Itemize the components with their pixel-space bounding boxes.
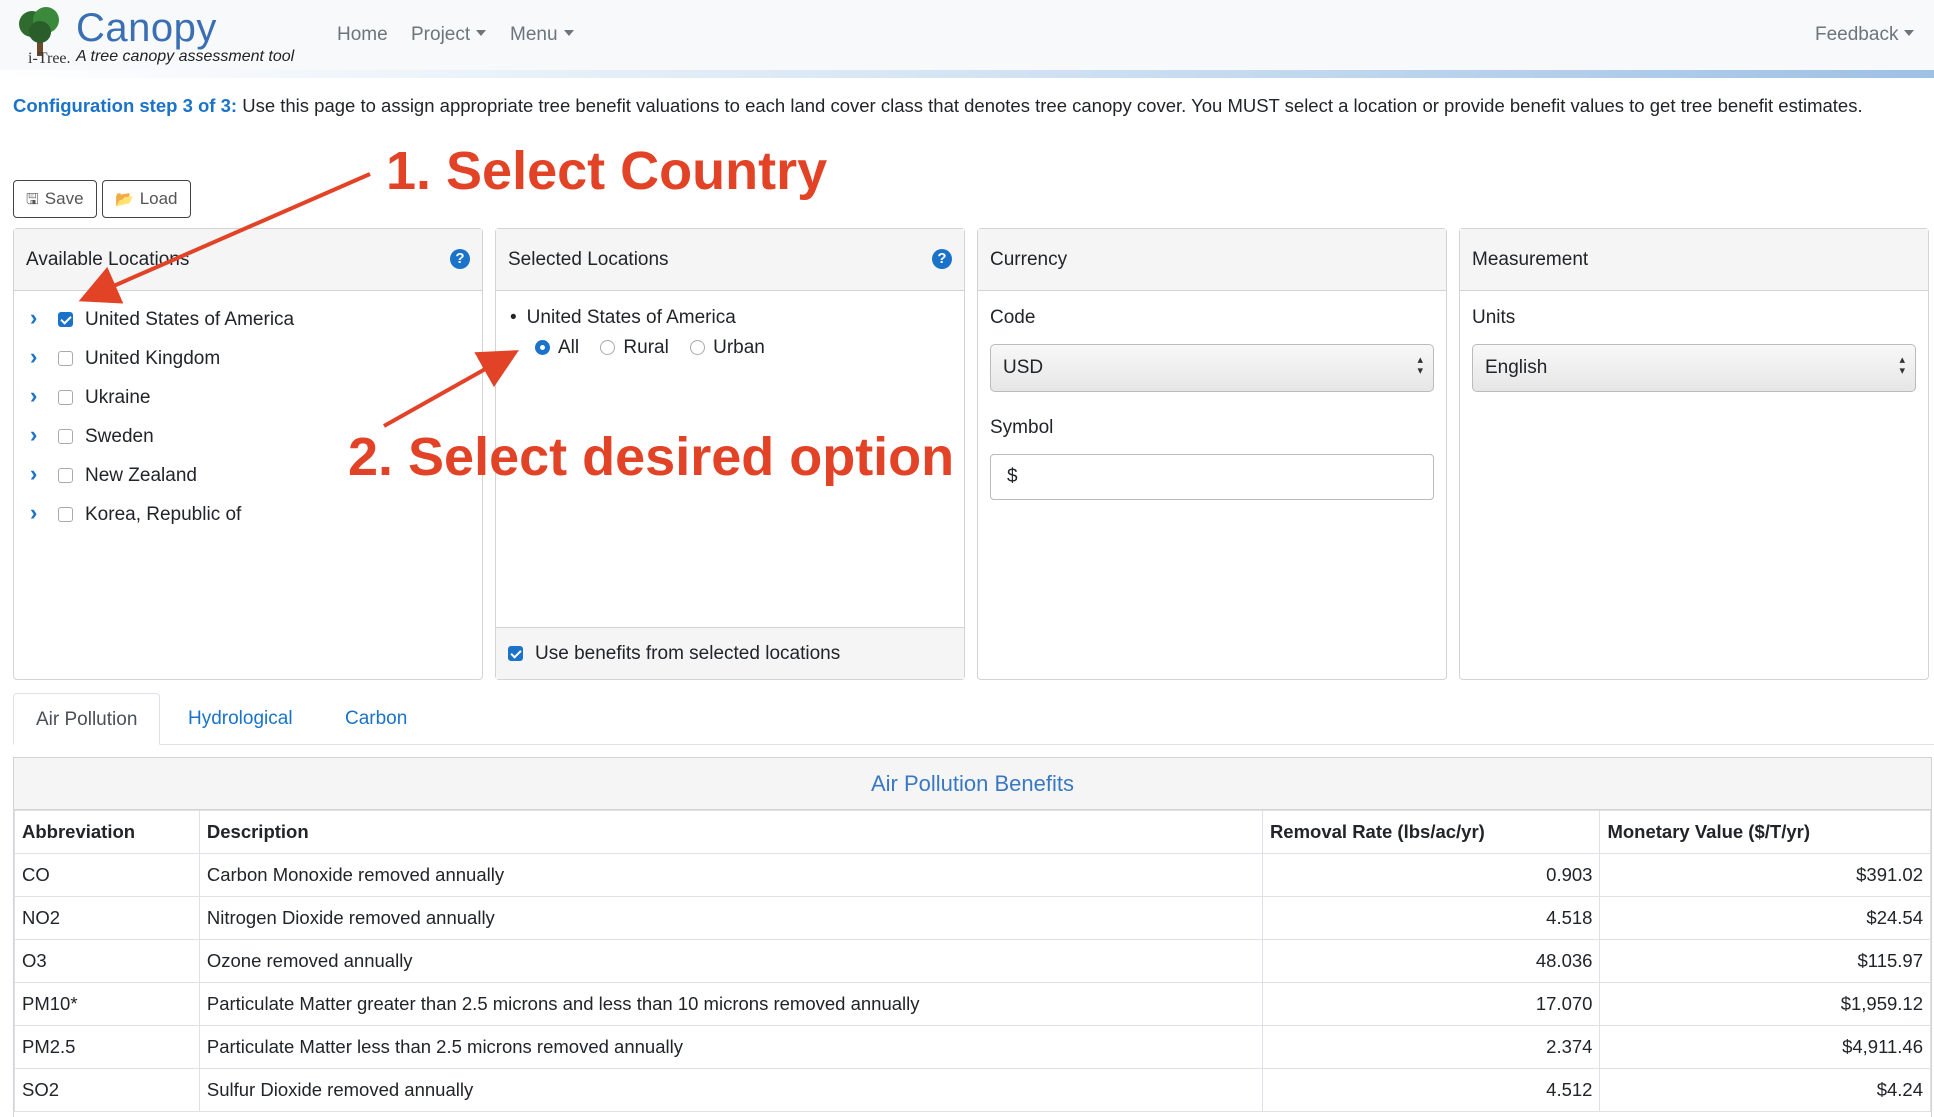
arrow-to-option-radio: [383, 350, 519, 428]
annotation-select-option: 2. Select desired option: [348, 427, 955, 487]
annotation-select-country: 1. Select Country: [386, 141, 828, 201]
annotation-arrows: [78, 172, 519, 428]
arrow-to-country-checkbox: [78, 172, 371, 304]
